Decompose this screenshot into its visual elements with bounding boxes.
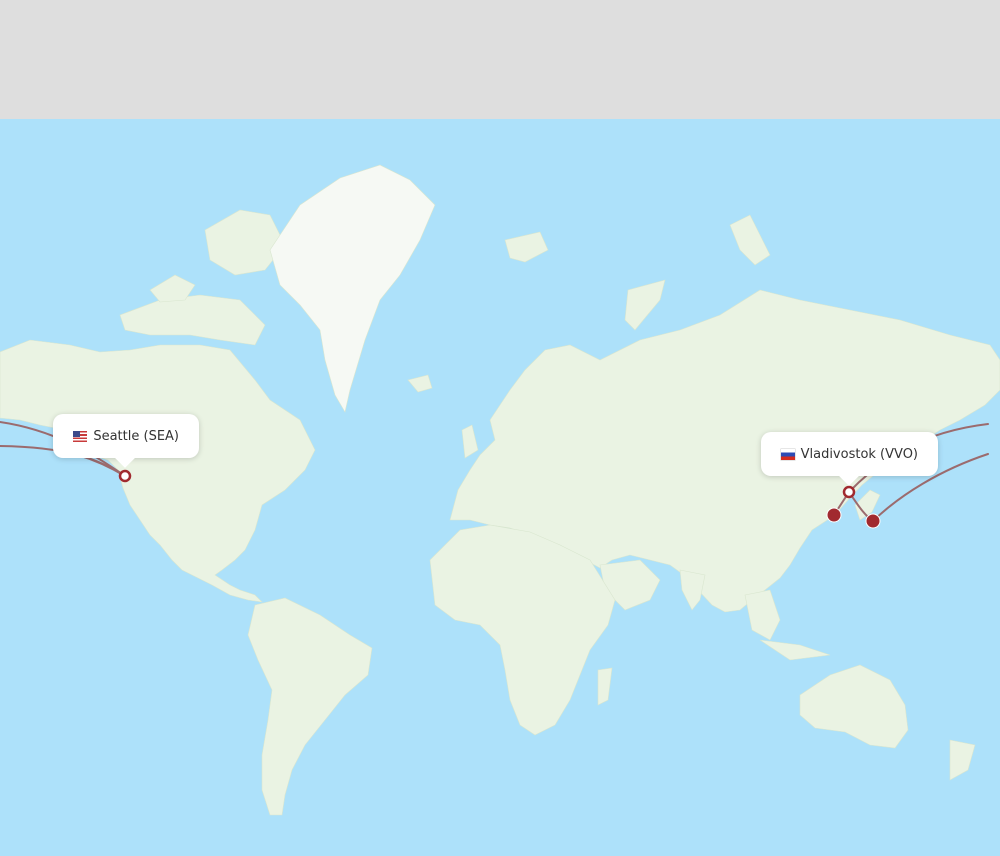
sea-airport-marker[interactable] [118,469,132,483]
origin-label: Seattle (SEA) [93,428,179,444]
seoul-airport-dot[interactable] [826,507,842,523]
world-route-map[interactable] [0,119,1000,856]
us-flag-icon [73,430,88,442]
header-bar [0,0,1000,119]
origin-callout[interactable]: Seattle (SEA) [53,414,199,458]
tokyo-airport-dot[interactable] [865,513,881,529]
destination-callout[interactable]: Vladivostok (VVO) [761,432,938,476]
vvo-airport-marker[interactable] [842,485,856,499]
ru-flag-icon [781,448,795,460]
destination-label: Vladivostok (VVO) [800,446,918,462]
